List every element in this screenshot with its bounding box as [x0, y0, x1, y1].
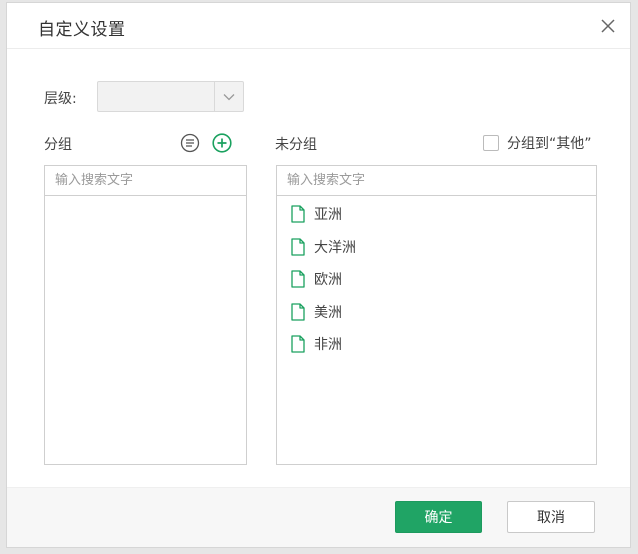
list-item[interactable]: 美洲: [277, 296, 596, 329]
cancel-button[interactable]: 取消: [507, 501, 595, 533]
file-icon: [290, 205, 306, 223]
file-icon: [290, 303, 306, 321]
ungrouped-search-input[interactable]: [277, 166, 596, 196]
group-list-panel: [44, 165, 247, 465]
dialog-footer: 确定 取消: [7, 487, 630, 547]
chevron-down-icon[interactable]: [214, 82, 243, 111]
list-item-label: 欧洲: [314, 272, 342, 289]
dialog-title: 自定义设置: [38, 20, 126, 40]
list-item-label: 美洲: [314, 304, 342, 321]
level-label: 层级:: [44, 91, 77, 107]
ungrouped-list-panel: 亚洲 大洋洲 欧洲 美洲 非洲: [276, 165, 597, 465]
list-item-label: 亚洲: [314, 207, 342, 224]
list-item[interactable]: 大洋洲: [277, 231, 596, 264]
file-icon: [290, 238, 306, 256]
ungrouped-list: 亚洲 大洋洲 欧洲 美洲 非洲: [277, 198, 596, 361]
list-item[interactable]: 非洲: [277, 328, 596, 361]
group-section-label: 分组: [44, 137, 72, 153]
sort-list-icon[interactable]: [179, 132, 201, 154]
group-search-input[interactable]: [45, 166, 246, 196]
group-to-other-toggle[interactable]: 分组到“其他”: [483, 133, 592, 153]
level-select[interactable]: [97, 81, 244, 112]
group-to-other-checkbox[interactable]: [483, 135, 499, 151]
confirm-button[interactable]: 确定: [395, 501, 482, 533]
close-icon[interactable]: [598, 16, 618, 36]
ungrouped-section-label: 未分组: [275, 137, 317, 153]
dialog-title-bar: 自定义设置: [7, 3, 630, 49]
list-item[interactable]: 欧洲: [277, 263, 596, 296]
custom-settings-dialog: 自定义设置 层级: 分组 未分组 分组到“其他” 输入搜索文字 输入搜索文字 亚…: [6, 2, 631, 548]
list-item-label: 大洋洲: [314, 239, 356, 256]
file-icon: [290, 270, 306, 288]
group-to-other-label: 分组到“其他”: [507, 136, 592, 152]
list-item[interactable]: 亚洲: [277, 198, 596, 231]
file-icon: [290, 335, 306, 353]
add-circle-icon[interactable]: [211, 132, 233, 154]
list-item-label: 非洲: [314, 337, 342, 354]
